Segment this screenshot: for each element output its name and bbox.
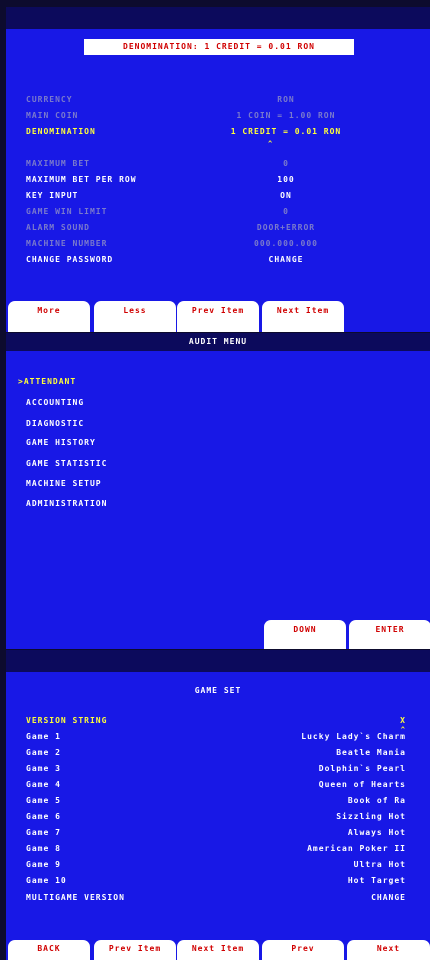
game-set-screen: GAME SET VERSION STRING X ^ Game 1 Lucky…	[6, 650, 430, 960]
prev-item-button[interactable]: Prev Item	[177, 301, 259, 332]
maximum-bet-value: 0	[283, 159, 289, 168]
game-1-label: Game 1	[26, 732, 61, 741]
game-8-label: Game 8	[26, 844, 61, 853]
multigame-version-label[interactable]: MULTIGAME VERSION	[26, 893, 125, 903]
game-9-value[interactable]: Ultra Hot	[354, 860, 406, 870]
denomination-header: DENOMINATION: 1 CREDIT = 0.01 RON	[84, 39, 354, 55]
game-8-value[interactable]: American Poker II	[307, 844, 406, 854]
game-7-value[interactable]: Always Hot	[348, 828, 406, 838]
settings-top-bar	[6, 7, 430, 29]
menu-item-game-history[interactable]: GAME HISTORY	[26, 438, 96, 448]
game-4-label: Game 4	[26, 780, 61, 789]
denomination-value[interactable]: 1 CREDIT = 0.01 RON	[186, 127, 386, 137]
currency-label: CURRENCY	[26, 95, 73, 104]
game-4-value[interactable]: Queen of Hearts	[319, 780, 406, 790]
next-item-button[interactable]: Next Item	[177, 940, 259, 960]
game-10-label: Game 10	[26, 876, 67, 885]
denomination-label[interactable]: DENOMINATION	[26, 127, 96, 137]
game-2-value[interactable]: Beatle Mania	[336, 748, 406, 758]
max-bet-per-row-label[interactable]: MAXIMUM BET PER ROW	[26, 175, 137, 185]
game-set-top-bar	[6, 650, 430, 672]
main-coin-label: MAIN COIN	[26, 111, 79, 120]
game-1-value[interactable]: Lucky Lady`s Charm	[301, 732, 406, 742]
alarm-sound-label: ALARM SOUND	[26, 223, 90, 232]
back-button[interactable]: BACK	[8, 940, 90, 960]
menu-item-attendant[interactable]: >ATTENDANT	[18, 377, 76, 387]
next-button[interactable]: Next	[347, 940, 430, 960]
game-set-title: GAME SET	[194, 686, 242, 695]
less-button[interactable]: Less	[94, 301, 176, 332]
game-3-label: Game 3	[26, 764, 61, 773]
currency-value: RON	[277, 95, 295, 104]
audit-menu-title: AUDIT MENU	[188, 337, 248, 346]
game-2-label: Game 2	[26, 748, 61, 757]
game-win-limit-label: GAME WIN LIMIT	[26, 207, 108, 216]
max-bet-per-row-value[interactable]: 100	[186, 175, 386, 185]
game-7-label: Game 7	[26, 828, 61, 837]
menu-item-administration[interactable]: ADMINISTRATION	[26, 499, 107, 509]
menu-item-machine-setup[interactable]: MACHINE SETUP	[26, 479, 102, 489]
main-coin-value: 1 COIN = 1.00 RON	[236, 111, 336, 120]
game-9-label: Game 9	[26, 860, 61, 869]
menu-item-diagnostic[interactable]: DIAGNOSTIC	[26, 419, 84, 429]
enter-button[interactable]: ENTER	[349, 620, 430, 649]
game-win-limit-value: 0	[283, 207, 289, 216]
audit-menu-screen: AUDIT MENU >ATTENDANT ACCOUNTING DIAGNOS…	[6, 333, 430, 649]
machine-number-label: MACHINE NUMBER	[26, 239, 108, 248]
key-input-value[interactable]: ON	[186, 191, 386, 201]
alarm-sound-value: DOOR+ERROR	[256, 223, 316, 232]
next-item-button[interactable]: Next Item	[262, 301, 344, 332]
machine-number-value: 000.000.000	[254, 239, 318, 248]
version-string-label[interactable]: VERSION STRING	[26, 716, 107, 726]
settings-screen: DENOMINATION: 1 CREDIT = 0.01 RON CURREN…	[6, 7, 430, 332]
game-6-value[interactable]: Sizzling Hot	[336, 812, 406, 822]
menu-item-accounting[interactable]: ACCOUNTING	[26, 398, 84, 408]
maximum-bet-label: MAXIMUM BET	[26, 159, 90, 168]
change-password-label[interactable]: CHANGE PASSWORD	[26, 255, 113, 265]
down-button[interactable]: DOWN	[264, 620, 346, 649]
game-6-label: Game 6	[26, 812, 61, 821]
game-5-value[interactable]: Book of Ra	[348, 796, 406, 806]
game-10-value[interactable]: Hot Target	[348, 876, 406, 886]
prev-button[interactable]: Prev	[262, 940, 344, 960]
key-input-label[interactable]: KEY INPUT	[26, 191, 78, 201]
game-3-value[interactable]: Dolphin`s Pearl	[319, 764, 406, 774]
change-password-value[interactable]: CHANGE	[186, 255, 386, 265]
denomination-cursor: ^	[268, 140, 274, 148]
more-button[interactable]: More	[8, 301, 90, 332]
menu-item-game-statistic[interactable]: GAME STATISTIC	[26, 459, 107, 469]
prev-item-button[interactable]: Prev Item	[94, 940, 176, 960]
multigame-version-value[interactable]: CHANGE	[371, 893, 406, 903]
game-5-label: Game 5	[26, 796, 61, 805]
